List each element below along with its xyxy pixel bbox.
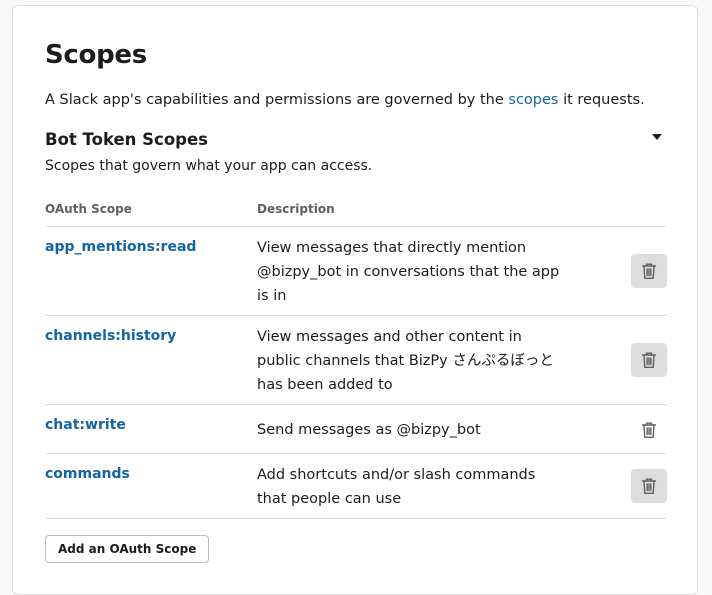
scope-name[interactable]: app_mentions:read [45, 239, 196, 255]
add-oauth-scope-button[interactable]: Add an OAuth Scope [45, 535, 210, 563]
column-header-scope: OAuth Scope [45, 202, 132, 216]
scope-description: View messages that directly mention @biz… [257, 240, 560, 304]
scopes-link[interactable]: scopes [508, 92, 558, 108]
scope-description: Add shortcuts and/or slash commands that… [257, 467, 536, 507]
delete-scope-button[interactable] [631, 469, 667, 503]
table-row: chat:write Send messages as @bizpy_bot [45, 404, 667, 454]
trash-icon [641, 422, 657, 438]
section-description: Scopes that govern what your app can acc… [45, 158, 373, 174]
trash-icon [641, 263, 657, 279]
intro-text: A Slack app's capabilities and permissio… [45, 90, 645, 110]
intro-before: A Slack app's capabilities and permissio… [45, 92, 509, 108]
table-bottom-divider [45, 518, 667, 519]
scope-description: View messages and other content in publi… [257, 329, 554, 393]
column-header-description: Description [257, 202, 335, 216]
delete-scope-button[interactable] [631, 254, 667, 288]
scope-description: Send messages as @bizpy_bot [257, 422, 481, 438]
table-row: app_mentions:read View messages that dir… [45, 226, 667, 316]
caret-down-icon[interactable] [652, 134, 662, 140]
scope-name[interactable]: chat:write [45, 417, 126, 433]
section-title: Bot Token Scopes [45, 130, 208, 149]
table-row: commands Add shortcuts and/or slash comm… [45, 453, 667, 519]
trash-icon [641, 352, 657, 368]
intro-after: it requests. [558, 92, 645, 108]
scope-name[interactable]: commands [45, 466, 130, 482]
page-title: Scopes [45, 40, 147, 70]
table-row: channels:history View messages and other… [45, 315, 667, 405]
scope-name[interactable]: channels:history [45, 328, 176, 344]
delete-scope-button[interactable] [631, 343, 667, 377]
scopes-card: Scopes A Slack app's capabilities and pe… [12, 5, 698, 595]
trash-icon [641, 478, 657, 494]
delete-scope-button[interactable] [631, 413, 667, 447]
